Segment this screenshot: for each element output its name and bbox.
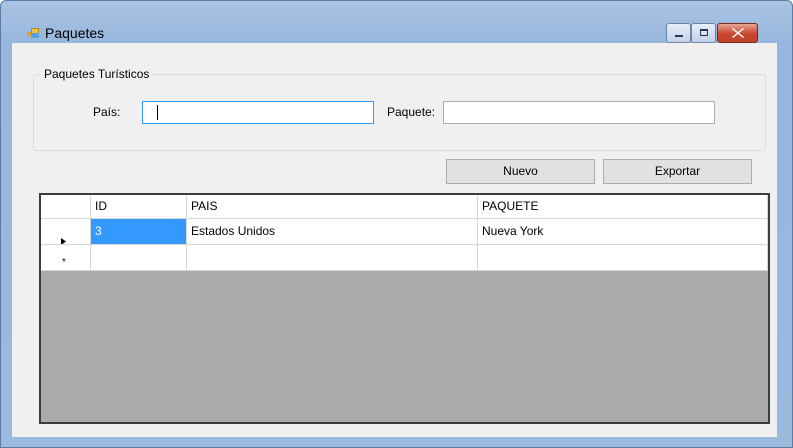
column-header-id[interactable]: ID bbox=[91, 195, 187, 219]
window-title: Paquetes bbox=[45, 25, 105, 41]
exportar-button[interactable]: Exportar bbox=[603, 159, 752, 184]
close-icon bbox=[732, 28, 744, 38]
pais-input[interactable] bbox=[142, 101, 374, 124]
grid-corner-header[interactable] bbox=[41, 195, 91, 219]
paquetes-datagrid[interactable]: ID PAIS PAQUETE 3 Estados Unidos Nueva Y… bbox=[39, 193, 770, 424]
minimize-button[interactable] bbox=[666, 23, 691, 43]
new-row-header[interactable]: * bbox=[41, 245, 91, 271]
paquete-label: Paquete: bbox=[387, 105, 436, 119]
column-header-paquete[interactable]: PAQUETE bbox=[478, 195, 768, 219]
cell-id[interactable]: 3 bbox=[91, 219, 187, 245]
paquete-input[interactable] bbox=[443, 101, 715, 124]
nuevo-button[interactable]: Nuevo bbox=[446, 159, 595, 184]
maximize-icon bbox=[700, 29, 708, 36]
window-frame: Paquetes Paquetes Turísticos País: Paque… bbox=[0, 0, 793, 448]
new-cell-paquete[interactable] bbox=[478, 245, 768, 271]
new-cell-pais[interactable] bbox=[187, 245, 478, 271]
app-form-icon bbox=[27, 28, 39, 38]
cell-pais[interactable]: Estados Unidos bbox=[187, 219, 478, 245]
row-header[interactable] bbox=[41, 219, 91, 245]
column-header-pais[interactable]: PAIS bbox=[187, 195, 478, 219]
pais-label: País: bbox=[93, 105, 121, 119]
cell-paquete[interactable]: Nueva York bbox=[478, 219, 768, 245]
current-row-arrow-icon bbox=[61, 229, 66, 244]
new-cell-id[interactable] bbox=[91, 245, 187, 271]
close-button[interactable] bbox=[717, 23, 758, 43]
client-area: Paquetes Turísticos País: Paquete: Nuevo… bbox=[12, 43, 777, 437]
maximize-button[interactable] bbox=[691, 23, 716, 43]
groupbox-legend: Paquetes Turísticos bbox=[41, 67, 153, 81]
minimize-icon bbox=[675, 35, 683, 37]
new-row-star-icon: * bbox=[62, 257, 66, 268]
title-bar[interactable]: Paquetes bbox=[1, 1, 792, 43]
text-caret bbox=[157, 105, 158, 120]
